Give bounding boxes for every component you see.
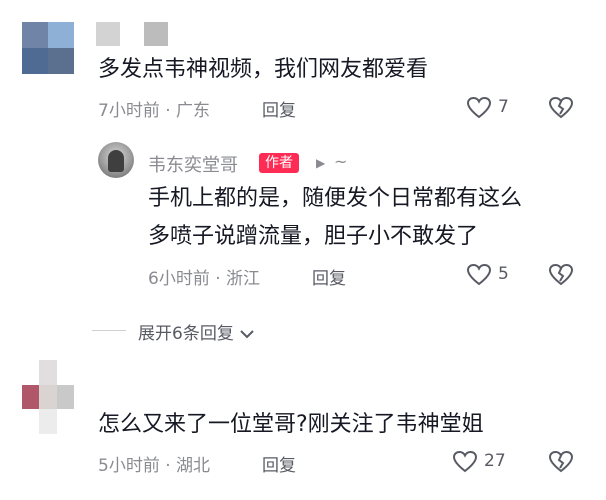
expand-replies-label: 展开6条回复 [138,324,234,344]
heart-outline-icon[interactable] [466,96,492,120]
like-count: 27 [484,451,506,471]
broken-heart-icon[interactable] [548,450,574,474]
comment-location: 广东 [176,101,211,121]
meta-separator: · [215,269,221,289]
broken-heart-icon[interactable] [548,96,574,120]
comment-text: 怎么又来了一位堂哥?刚关注了韦神堂姐 [98,412,484,437]
comment-time: 7小时前 [98,101,160,121]
chevron-down-icon [239,328,255,340]
comment-text: 多发点韦神视频，我们网友都爱看 [98,57,429,82]
commenter-name-blurred[interactable] [96,22,168,46]
reply-location: 浙江 [226,269,261,289]
expand-divider [92,330,126,331]
meta-separator: · [165,456,171,476]
like-count: 7 [498,97,509,117]
heart-outline-icon[interactable] [452,450,478,474]
comment-location: 湖北 [176,456,211,476]
expand-replies-button[interactable]: 展开6条回复 [138,319,255,344]
reply-target-tilde: ~ [334,152,348,171]
reply-author-name[interactable]: 韦东奕堂哥 [148,151,238,177]
heart-outline-icon[interactable] [466,263,492,287]
comment-time: 5小时前 [98,456,160,476]
author-avatar[interactable] [98,142,134,178]
reply-time: 6小时前 [148,269,210,289]
commenter-avatar[interactable] [22,22,74,74]
reply-text-line-1: 手机上都的是，随便发个日常都有这么 [148,186,523,211]
reply-arrow-icon: ▶ [316,156,326,170]
reply-button[interactable]: 回复 [312,264,346,289]
commenter-avatar[interactable] [22,360,74,434]
like-count: 5 [498,264,509,284]
broken-heart-icon[interactable] [548,263,574,287]
comment-meta: 5小时前 · 湖北 [98,451,210,476]
reply-button[interactable]: 回复 [262,451,296,476]
reply-text-line-2: 多喷子说蹭流量，胆子小不敢发了 [148,224,479,249]
meta-separator: · [165,101,171,121]
reply-meta: 6小时前 · 浙江 [148,264,260,289]
comment-meta: 7小时前 · 广东 [98,96,210,121]
reply-button[interactable]: 回复 [262,96,296,121]
author-badge: 作者 [259,153,299,173]
